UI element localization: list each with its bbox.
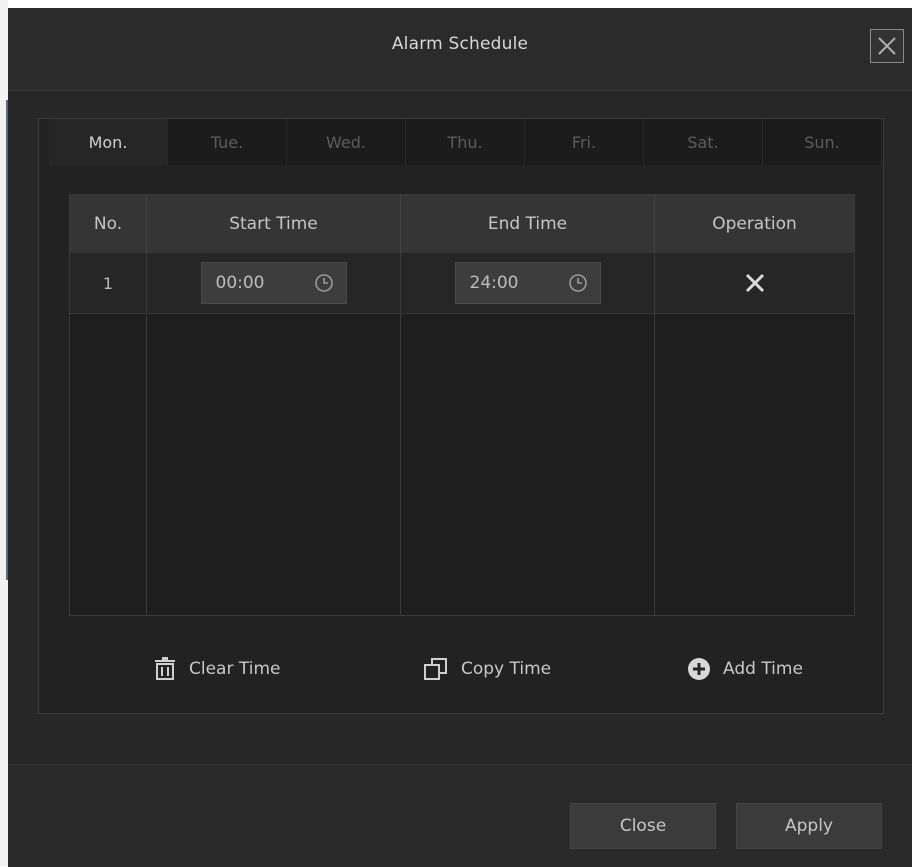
- copy-icon: [424, 658, 447, 680]
- trash-icon: [155, 657, 175, 680]
- empty-col: [401, 314, 655, 615]
- header-end-time: End Time: [401, 195, 655, 253]
- close-dialog-button[interactable]: [870, 29, 904, 63]
- header-no: No.: [70, 195, 147, 253]
- clear-time-button[interactable]: Clear Time: [153, 649, 280, 689]
- close-button[interactable]: Close: [570, 803, 716, 849]
- start-time-cell: 00:00: [147, 253, 401, 313]
- background-strip: [0, 0, 8, 866]
- header-operation: Operation: [712, 214, 797, 234]
- table-empty-area: [70, 314, 854, 615]
- alarm-schedule-dialog: Alarm Schedule Mon. Tue. Wed. Thu. Fri. …: [8, 8, 912, 867]
- clear-time-label: Clear Time: [189, 659, 281, 679]
- end-time-value: 24:00: [469, 273, 519, 293]
- row-number: 1: [70, 253, 147, 313]
- empty-col: [655, 314, 854, 615]
- empty-col: [147, 314, 401, 615]
- add-time-button[interactable]: Add Time: [687, 649, 803, 689]
- tab-sat[interactable]: Sat.: [644, 119, 763, 165]
- add-time-label: Add Time: [723, 659, 803, 679]
- day-tabs: Mon. Tue. Wed. Thu. Fri. Sat. Sun.: [49, 119, 883, 165]
- copy-time-label: Copy Time: [461, 659, 552, 679]
- plus-circle-icon: [688, 658, 710, 680]
- table-row: 1 00:00 24:00: [70, 253, 854, 314]
- apply-button[interactable]: Apply: [736, 803, 882, 849]
- end-time-cell: 24:00: [401, 253, 655, 313]
- schedule-panel: Mon. Tue. Wed. Thu. Fri. Sat. Sun. No. S…: [38, 118, 884, 714]
- header-start-time: Start Time: [147, 195, 401, 253]
- table-header: No. Start Time End Time Operation: [70, 195, 854, 253]
- table-actions: Clear Time Copy Time Add Time: [39, 649, 885, 689]
- clock-icon[interactable]: [568, 273, 588, 293]
- delete-icon[interactable]: [744, 272, 766, 294]
- tab-mon[interactable]: Mon.: [49, 119, 168, 165]
- operation-cell: [655, 253, 854, 313]
- start-time-value: 00:00: [215, 273, 265, 293]
- tab-thu[interactable]: Thu.: [406, 119, 525, 165]
- dialog-title: Alarm Schedule: [391, 34, 529, 54]
- dialog-titlebar: Alarm Schedule: [8, 8, 912, 91]
- tab-fri[interactable]: Fri.: [525, 119, 644, 165]
- clock-icon[interactable]: [314, 273, 334, 293]
- dialog-footer: Close Apply: [8, 764, 912, 867]
- copy-time-button[interactable]: Copy Time: [423, 649, 551, 689]
- empty-col: [70, 314, 147, 615]
- start-time-input[interactable]: 00:00: [200, 262, 347, 304]
- end-time-input[interactable]: 24:00: [454, 262, 601, 304]
- tab-wed[interactable]: Wed.: [287, 119, 406, 165]
- close-icon: [878, 37, 896, 55]
- tab-sun[interactable]: Sun.: [763, 119, 882, 165]
- schedule-table: No. Start Time End Time Operation 1 00:0…: [69, 194, 855, 616]
- tab-tue[interactable]: Tue.: [168, 119, 287, 165]
